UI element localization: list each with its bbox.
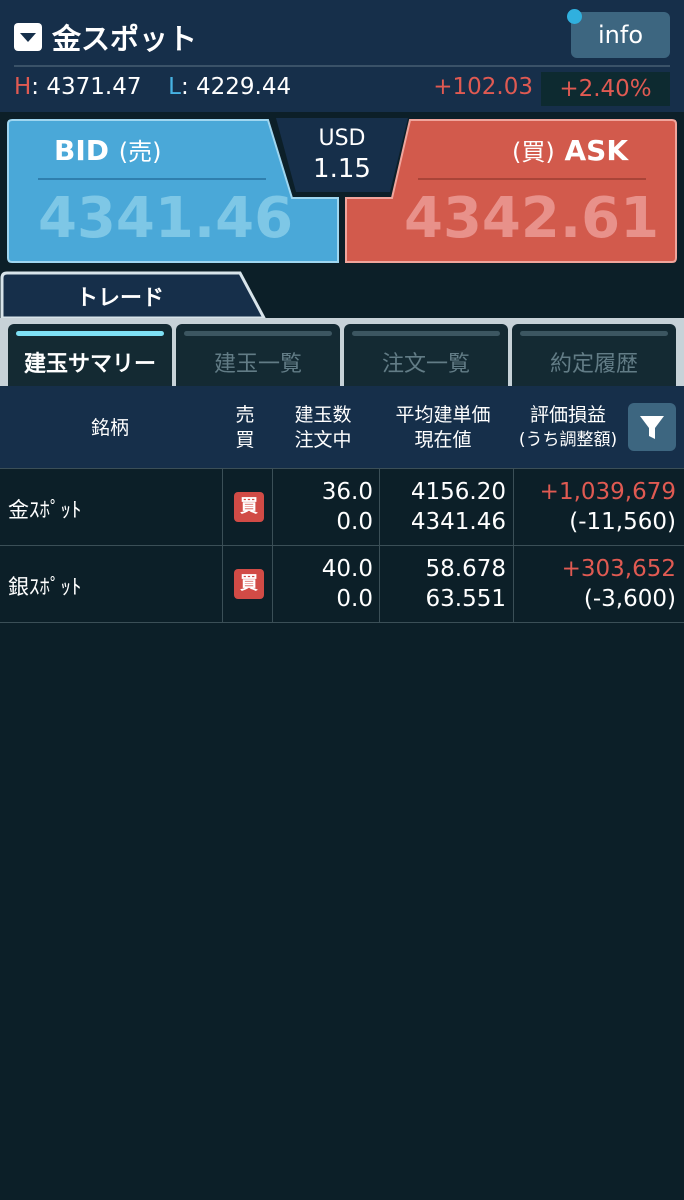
header-side-buy: 買	[235, 429, 255, 451]
symbol-title[interactable]: 金スポット	[52, 16, 197, 58]
row-symbol: 金ｽﾎﾟｯﾄ	[8, 498, 82, 522]
row-divider	[0, 622, 684, 623]
info-button[interactable]: info	[571, 12, 670, 58]
row-symbol: 銀ｽﾎﾟｯﾄ	[8, 575, 82, 599]
funnel-icon	[640, 416, 664, 439]
row-current-price: 4341.46	[410, 509, 506, 535]
subtab-label: 建玉一覧	[213, 352, 302, 377]
ask-divider	[418, 178, 646, 180]
subtab-label: 注文一覧	[381, 352, 470, 377]
ask-paren: (買)	[512, 138, 555, 166]
column-divider	[379, 468, 380, 622]
spread-currency: USD	[318, 126, 366, 151]
subtab-label: 建玉サマリー	[23, 352, 156, 377]
price-change: +102.03	[433, 74, 533, 100]
subtab-order-list[interactable]: 注文一覧	[344, 324, 508, 386]
high-value: 4371.47	[46, 74, 142, 100]
tab-trade[interactable]: トレード	[0, 280, 240, 312]
row-ordering: 0.0	[336, 509, 373, 535]
bid-price[interactable]: 4341.46	[38, 186, 293, 251]
spread-value: 1.15	[313, 154, 371, 184]
row-pl: +303,652	[561, 556, 676, 582]
bid-divider	[38, 178, 266, 180]
symbol-dropdown-icon[interactable]	[14, 23, 42, 51]
row-quantity: 40.0	[321, 556, 373, 582]
row-divider	[0, 468, 684, 469]
row-ordering: 0.0	[336, 586, 373, 612]
row-adjustment: (-3,600)	[583, 586, 676, 612]
side-badge: 買	[234, 492, 264, 522]
subtab-position-list[interactable]: 建玉一覧	[176, 324, 340, 386]
subtab-indicator	[520, 331, 668, 336]
subtab-indicator	[352, 331, 500, 336]
table-row[interactable]: 金ｽﾎﾟｯﾄ 買 36.0 0.0 4156.20 4341.46 +1,039…	[0, 468, 684, 545]
table-header: 銘柄 売 買 建玉数 注文中 平均建単価 現在値 評価損益 (うち調整額)	[0, 386, 684, 468]
ask-title: (買) ASK	[512, 132, 628, 167]
subtab-label: 約定履歴	[549, 352, 638, 377]
header-avg-price: 平均建単価	[395, 404, 491, 426]
row-current-price: 63.551	[425, 586, 506, 612]
row-avg-price: 58.678	[425, 556, 506, 582]
low-colon: :	[180, 74, 196, 100]
header-ordering: 注文中	[294, 429, 352, 451]
low-value: 4229.44	[196, 74, 292, 100]
filter-button[interactable]	[628, 403, 676, 451]
high-colon: :	[31, 74, 47, 100]
bid-label: BID	[54, 134, 110, 167]
row-avg-price: 4156.20	[410, 479, 506, 505]
row-divider	[0, 545, 684, 546]
subtab-position-summary[interactable]: 建玉サマリー	[8, 324, 172, 386]
table-row[interactable]: 銀ｽﾎﾟｯﾄ 買 40.0 0.0 58.678 63.551 +303,652…	[0, 545, 684, 622]
bid-title: BID (売)	[54, 132, 162, 167]
high-label: H	[14, 74, 32, 100]
low-label: L	[168, 74, 181, 100]
row-adjustment: (-11,560)	[569, 509, 676, 535]
header-divider	[14, 65, 670, 67]
header-side-sell: 売	[235, 404, 255, 426]
row-pl: +1,039,679	[539, 479, 676, 505]
subtab-indicator	[16, 331, 164, 336]
subtab-execution-history[interactable]: 約定履歴	[512, 324, 676, 386]
subtab-indicator	[184, 331, 332, 336]
high-low-row: H: 4371.47 L: 4229.44	[14, 74, 291, 100]
column-divider	[513, 468, 514, 622]
row-quantity: 36.0	[321, 479, 373, 505]
notification-dot-icon	[567, 9, 582, 24]
column-divider	[222, 468, 223, 622]
header-symbol: 銘柄	[90, 417, 129, 439]
header-pl: 評価損益	[529, 404, 606, 426]
column-divider	[272, 468, 273, 622]
ask-label: ASK	[564, 134, 629, 167]
header-adjustment: (うち調整額)	[518, 430, 618, 450]
side-badge: 買	[234, 569, 264, 599]
header: 金スポット info H: 4371.47 L: 4229.44 +102.03…	[0, 0, 684, 112]
price-change-percent: +2.40%	[541, 72, 670, 106]
header-current-price: 現在値	[414, 429, 472, 451]
app-root: 金スポット info H: 4371.47 L: 4229.44 +102.03…	[0, 0, 684, 1200]
header-quantity: 建玉数	[294, 404, 352, 426]
bid-paren: (売)	[118, 138, 162, 166]
ask-price[interactable]: 4342.61	[404, 186, 659, 251]
